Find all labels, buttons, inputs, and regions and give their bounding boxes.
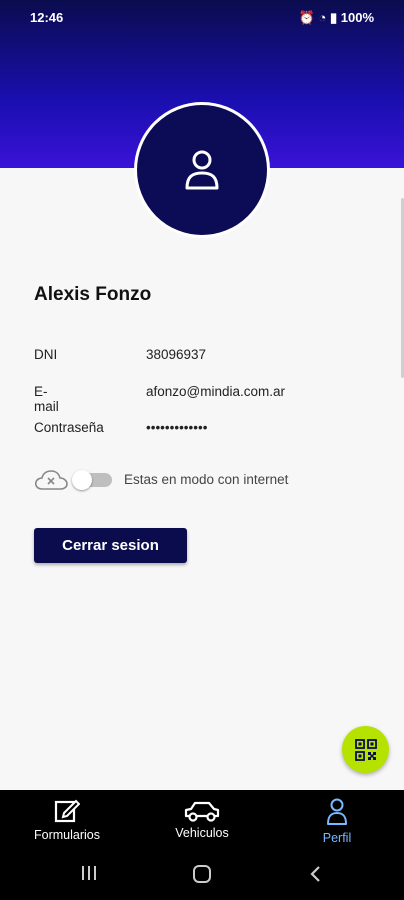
form-edit-icon bbox=[54, 799, 80, 823]
cloud-offline-icon bbox=[34, 470, 68, 490]
avatar bbox=[134, 102, 270, 238]
nav-item-formularios[interactable]: Formularios bbox=[0, 790, 134, 850]
status-time: 12:46 bbox=[30, 10, 64, 25]
status-bar: 12:46 ⏰ ◔ ▮ 100% bbox=[0, 0, 404, 34]
profile-name: Alexis Fonzo bbox=[34, 284, 152, 305]
field-value: afonzo@mindia.com.ar bbox=[146, 384, 286, 399]
logout-button[interactable]: Cerrar sesion bbox=[34, 528, 187, 563]
person-icon bbox=[327, 798, 347, 825]
toggle-knob bbox=[72, 470, 92, 490]
nav-label: Perfil bbox=[322, 831, 352, 845]
connection-mode-text: Estas en modo con internet bbox=[124, 472, 289, 487]
qr-code-icon bbox=[354, 738, 377, 761]
field-label: DNI bbox=[34, 347, 58, 362]
person-icon bbox=[185, 150, 219, 190]
nav-item-perfil[interactable]: Perfil bbox=[270, 790, 404, 850]
nav-item-vehiculos[interactable]: Vehiculos bbox=[135, 790, 269, 850]
back-icon[interactable] bbox=[308, 864, 322, 884]
nav-label: Formularios bbox=[34, 828, 100, 842]
bottom-nav: Formularios Vehiculos Perfil bbox=[0, 790, 404, 850]
qr-scan-button[interactable] bbox=[342, 726, 389, 773]
home-icon[interactable] bbox=[192, 864, 212, 884]
field-value: ••••••••••••• bbox=[146, 420, 208, 435]
field-label: E-mail bbox=[34, 384, 59, 414]
nav-label: Vehiculos bbox=[175, 826, 229, 840]
status-icons: ⏰ ◔ ▮ bbox=[298, 10, 341, 25]
system-nav-bar bbox=[0, 850, 404, 900]
status-battery: ⏰ ◔ ▮ 100% bbox=[298, 10, 374, 25]
connection-mode-row: Estas en modo con internet bbox=[34, 468, 364, 494]
field-label: Contraseña bbox=[34, 420, 104, 435]
connection-toggle[interactable] bbox=[72, 470, 112, 490]
car-icon bbox=[184, 801, 220, 822]
field-value: 38096937 bbox=[146, 347, 207, 362]
recent-apps-icon[interactable] bbox=[80, 864, 98, 882]
